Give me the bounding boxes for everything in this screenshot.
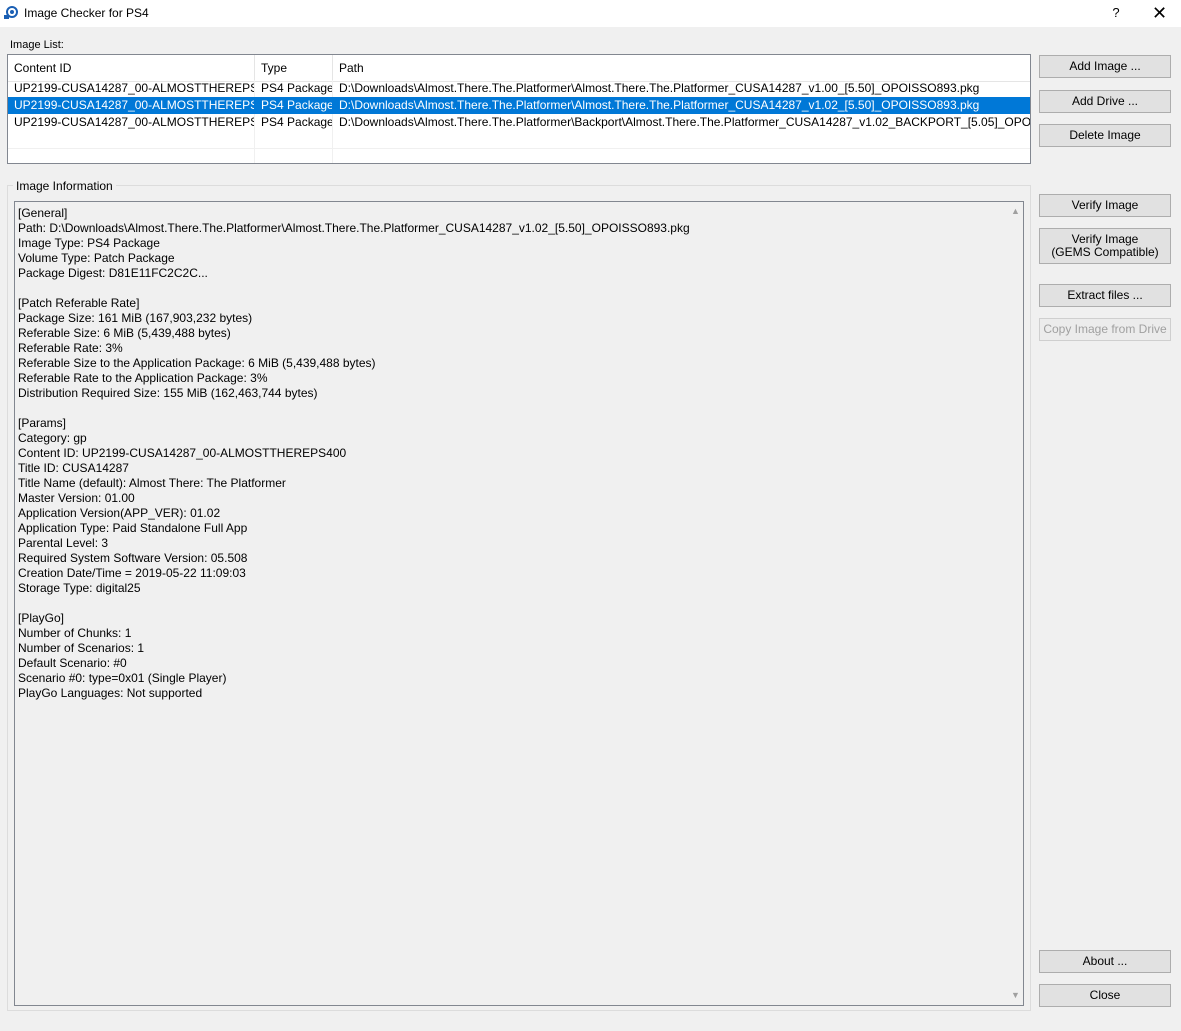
empty-cell [255, 131, 333, 148]
title-bar: Image Checker for PS4 ? ✕ [0, 0, 1181, 27]
image-information-title: Image Information [13, 179, 116, 193]
column-header-path[interactable]: Path [333, 55, 1030, 81]
verify-image-button[interactable]: Verify Image [1039, 194, 1171, 217]
image-list[interactable]: Content ID Type Path UP2199-CUSA14287_00… [7, 54, 1031, 164]
empty-cell [8, 131, 255, 148]
close-button[interactable]: Close [1039, 984, 1171, 1007]
image-list-header: Content ID Type Path [8, 55, 1030, 82]
cell-path: D:\Downloads\Almost.There.The.Platformer… [339, 115, 1030, 129]
scroll-down-arrow-icon[interactable]: ▼ [1008, 987, 1023, 1004]
column-header-content-id[interactable]: Content ID [8, 55, 255, 81]
delete-image-button[interactable]: Delete Image [1039, 124, 1171, 147]
image-information-textbox[interactable]: [General] Path: D:\Downloads\Almost.Ther… [14, 201, 1024, 1006]
cell-content-id: UP2199-CUSA14287_00-ALMOSTTHEREPS400 [8, 114, 255, 131]
app-icon [4, 6, 18, 19]
column-header-type[interactable]: Type [255, 55, 333, 81]
add-image-button[interactable]: Add Image ... [1039, 55, 1171, 78]
cell-content-id: UP2199-CUSA14287_00-ALMOSTTHEREPS400 [8, 97, 255, 114]
cell-type: PS4 Package [255, 114, 333, 131]
image-list-label: Image List: [10, 39, 64, 51]
verify-gems-label-line2: (GEMS Compatible) [1051, 245, 1159, 259]
cell-content-id: UP2199-CUSA14287_00-ALMOSTTHEREPS400 [8, 80, 255, 97]
image-list-row[interactable]: UP2199-CUSA14287_00-ALMOSTTHEREPS400 PS4… [8, 114, 1030, 131]
window-close-button[interactable]: ✕ [1138, 0, 1181, 27]
extract-files-button[interactable]: Extract files ... [1039, 284, 1171, 307]
window-title: Image Checker for PS4 [24, 6, 149, 20]
image-list-row[interactable]: UP2199-CUSA14287_00-ALMOSTTHEREPS400 PS4… [8, 80, 1030, 97]
image-list-row-selected[interactable]: UP2199-CUSA14287_00-ALMOSTTHEREPS400 PS4… [8, 97, 1030, 114]
scroll-up-arrow-icon[interactable]: ▲ [1008, 203, 1023, 220]
verify-image-gems-button[interactable]: Verify Image (GEMS Compatible) [1039, 228, 1171, 264]
cell-type: PS4 Package [255, 80, 333, 97]
help-button[interactable]: ? [1094, 0, 1138, 27]
empty-cell [8, 149, 255, 163]
image-information-text: [General] Path: D:\Downloads\Almost.Ther… [18, 206, 690, 700]
cell-type: PS4 Package [255, 97, 333, 114]
image-list-empty-row [8, 149, 1030, 163]
add-drive-button[interactable]: Add Drive ... [1039, 90, 1171, 113]
image-list-empty-row [8, 131, 1030, 149]
cell-path: D:\Downloads\Almost.There.The.Platformer… [339, 81, 980, 95]
copy-image-from-drive-button[interactable]: Copy Image from Drive [1039, 318, 1171, 341]
about-button[interactable]: About ... [1039, 950, 1171, 973]
empty-cell [255, 149, 333, 163]
cell-path: D:\Downloads\Almost.There.The.Platformer… [339, 98, 980, 112]
